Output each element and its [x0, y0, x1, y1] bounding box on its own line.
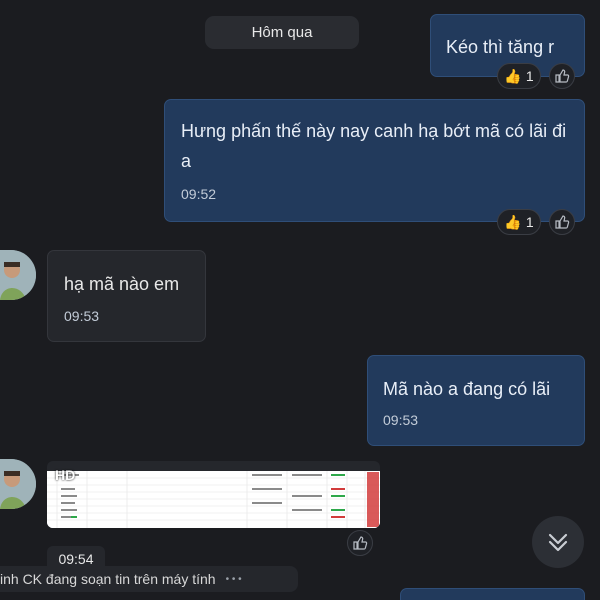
thumbs-up-icon	[555, 69, 570, 83]
message-time: 09:52	[181, 186, 217, 202]
message-time: 09:53	[383, 412, 419, 428]
message-text: Hưng phấn thế này nay canh hạ bớt mã có …	[181, 121, 567, 171]
message-text: Kéo thì tăng r	[446, 37, 555, 57]
avatar[interactable]	[0, 250, 36, 300]
date-separator-label: Hôm qua	[251, 24, 313, 41]
reaction-badge[interactable]: 👍 1	[497, 209, 541, 235]
message-text: hạ mã nào em	[64, 274, 180, 294]
message-bubble-outgoing[interactable]: Mã nào a đang có lãi 09:53	[367, 355, 585, 446]
scroll-to-bottom-button[interactable]	[532, 516, 584, 568]
like-button[interactable]	[549, 209, 575, 235]
thumbs-up-icon	[555, 215, 570, 229]
avatar-photo	[0, 459, 36, 509]
hd-badge: HD	[55, 467, 76, 483]
message-bubble-incoming[interactable]: hạ mã nào em 09:53	[47, 250, 206, 342]
image-attachment[interactable]: HD	[47, 461, 380, 528]
typing-indicator-text: inh CK đang soạn tin trên máy tính	[0, 571, 216, 587]
message-time: 09:53	[64, 308, 100, 324]
like-button[interactable]	[347, 530, 373, 556]
reaction-count: 1	[525, 214, 534, 230]
message-bubble-outgoing[interactable]: Hưng phấn thế này nay canh hạ bớt mã có …	[164, 99, 585, 222]
message-bubble-outgoing-partial	[400, 588, 585, 600]
avatar-photo	[0, 250, 36, 300]
typing-indicator: inh CK đang soạn tin trên máy tính • • •	[0, 566, 298, 592]
avatar[interactable]	[0, 459, 36, 509]
typing-dots: • • •	[225, 573, 242, 585]
reaction-count: 1	[525, 68, 534, 84]
chevrons-down-icon	[548, 533, 568, 552]
spreadsheet-thumbnail	[47, 471, 380, 528]
like-button[interactable]	[549, 63, 575, 89]
thumbs-up-icon	[353, 536, 368, 550]
thumbs-up-emoji: 👍	[504, 67, 522, 84]
message-time-label: 09:54	[58, 551, 94, 567]
message-text: Mã nào a đang có lãi	[383, 379, 551, 399]
thumbs-up-emoji: 👍	[504, 213, 522, 230]
date-separator: Hôm qua	[205, 16, 359, 49]
reaction-badge[interactable]: 👍 1	[497, 63, 541, 89]
